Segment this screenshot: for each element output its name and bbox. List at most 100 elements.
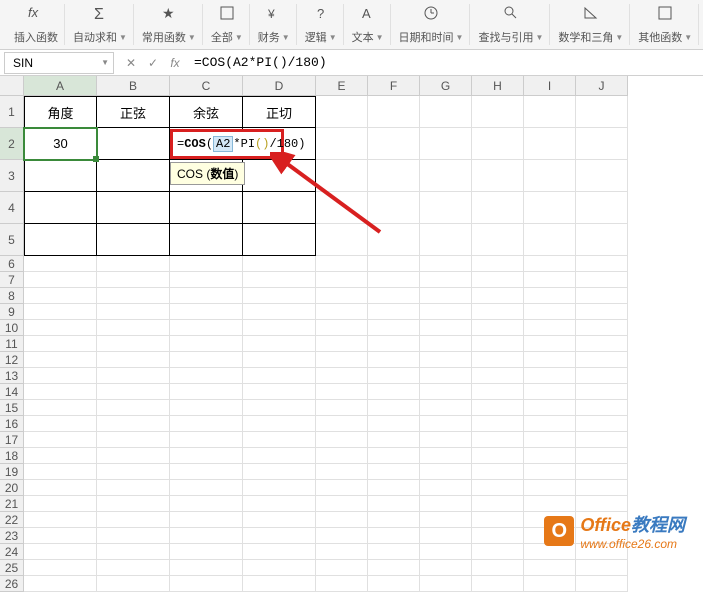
cancel-button[interactable]: ✕ [124,56,138,70]
cell[interactable] [576,160,628,192]
row-header[interactable]: 4 [0,192,24,224]
cell[interactable] [420,384,472,400]
row-header[interactable]: 20 [0,480,24,496]
cell[interactable] [524,368,576,384]
name-box[interactable]: SIN ▼ [4,52,114,74]
cell[interactable] [316,528,368,544]
cell[interactable] [24,336,97,352]
cell[interactable] [316,560,368,576]
cell[interactable] [170,448,243,464]
cell-D1[interactable]: 正切 [243,96,316,128]
row-header[interactable]: 15 [0,400,24,416]
cell[interactable] [368,400,420,416]
cell[interactable] [472,400,524,416]
cell[interactable] [316,432,368,448]
cell[interactable] [420,512,472,528]
row-header[interactable]: 7 [0,272,24,288]
cell[interactable] [24,288,97,304]
cell[interactable] [24,432,97,448]
cell[interactable] [420,528,472,544]
cell[interactable] [472,192,524,224]
cell[interactable] [420,96,472,128]
cell[interactable] [243,368,316,384]
cell[interactable] [24,384,97,400]
cell[interactable] [24,368,97,384]
cell[interactable] [576,464,628,480]
cell[interactable] [243,352,316,368]
cell[interactable] [97,560,170,576]
cell[interactable] [420,432,472,448]
cell[interactable] [472,384,524,400]
cell[interactable] [243,336,316,352]
cell[interactable] [420,544,472,560]
cell[interactable] [170,480,243,496]
cell[interactable] [243,480,316,496]
row-header[interactable]: 18 [0,448,24,464]
cell[interactable] [576,480,628,496]
cell[interactable] [420,192,472,224]
cell-C1[interactable]: 余弦 [170,96,243,128]
cell[interactable] [316,400,368,416]
cell[interactable] [170,400,243,416]
cell[interactable] [24,512,97,528]
cell[interactable] [420,224,472,256]
cell[interactable] [97,480,170,496]
cell[interactable] [524,96,576,128]
cell[interactable] [420,448,472,464]
cell[interactable] [316,384,368,400]
row-header[interactable]: 21 [0,496,24,512]
cell[interactable] [576,400,628,416]
cell[interactable] [524,352,576,368]
cell[interactable] [576,368,628,384]
cell[interactable] [524,496,576,512]
row-header[interactable]: 6 [0,256,24,272]
cell[interactable] [24,480,97,496]
cell[interactable] [576,576,628,592]
cell[interactable] [97,384,170,400]
cell[interactable] [243,432,316,448]
cell[interactable] [420,272,472,288]
col-header[interactable]: J [576,76,628,96]
cell[interactable] [170,512,243,528]
cell[interactable] [97,336,170,352]
cell[interactable] [576,496,628,512]
cell[interactable] [368,256,420,272]
col-header[interactable]: I [524,76,576,96]
cell[interactable] [576,560,628,576]
datetime-group[interactable]: 日期和时间▼ [393,4,471,45]
cell[interactable] [97,528,170,544]
cell[interactable] [316,288,368,304]
cell[interactable] [170,576,243,592]
cell[interactable] [524,576,576,592]
cell[interactable] [576,192,628,224]
cell[interactable] [420,400,472,416]
cell[interactable] [472,272,524,288]
cell[interactable] [170,352,243,368]
cell[interactable] [97,288,170,304]
cell[interactable] [576,320,628,336]
cell[interactable] [472,560,524,576]
cell[interactable] [170,192,243,224]
cell[interactable] [472,256,524,272]
cell[interactable] [472,432,524,448]
cell[interactable] [316,464,368,480]
cell[interactable] [420,496,472,512]
select-all-corner[interactable] [0,76,24,96]
cell[interactable] [472,288,524,304]
cell[interactable] [576,96,628,128]
cell-B2[interactable] [97,128,170,160]
row-header[interactable]: 13 [0,368,24,384]
cell[interactable] [576,288,628,304]
cell[interactable] [170,416,243,432]
cell[interactable] [576,128,628,160]
row-header[interactable]: 5 [0,224,24,256]
cell[interactable] [368,576,420,592]
cell[interactable] [368,96,420,128]
cell[interactable] [472,96,524,128]
row-header[interactable]: 14 [0,384,24,400]
cell[interactable] [420,368,472,384]
col-header[interactable]: A [24,76,97,96]
cell[interactable] [170,544,243,560]
text-group[interactable]: A 文本▼ [346,4,391,45]
cell[interactable] [243,576,316,592]
